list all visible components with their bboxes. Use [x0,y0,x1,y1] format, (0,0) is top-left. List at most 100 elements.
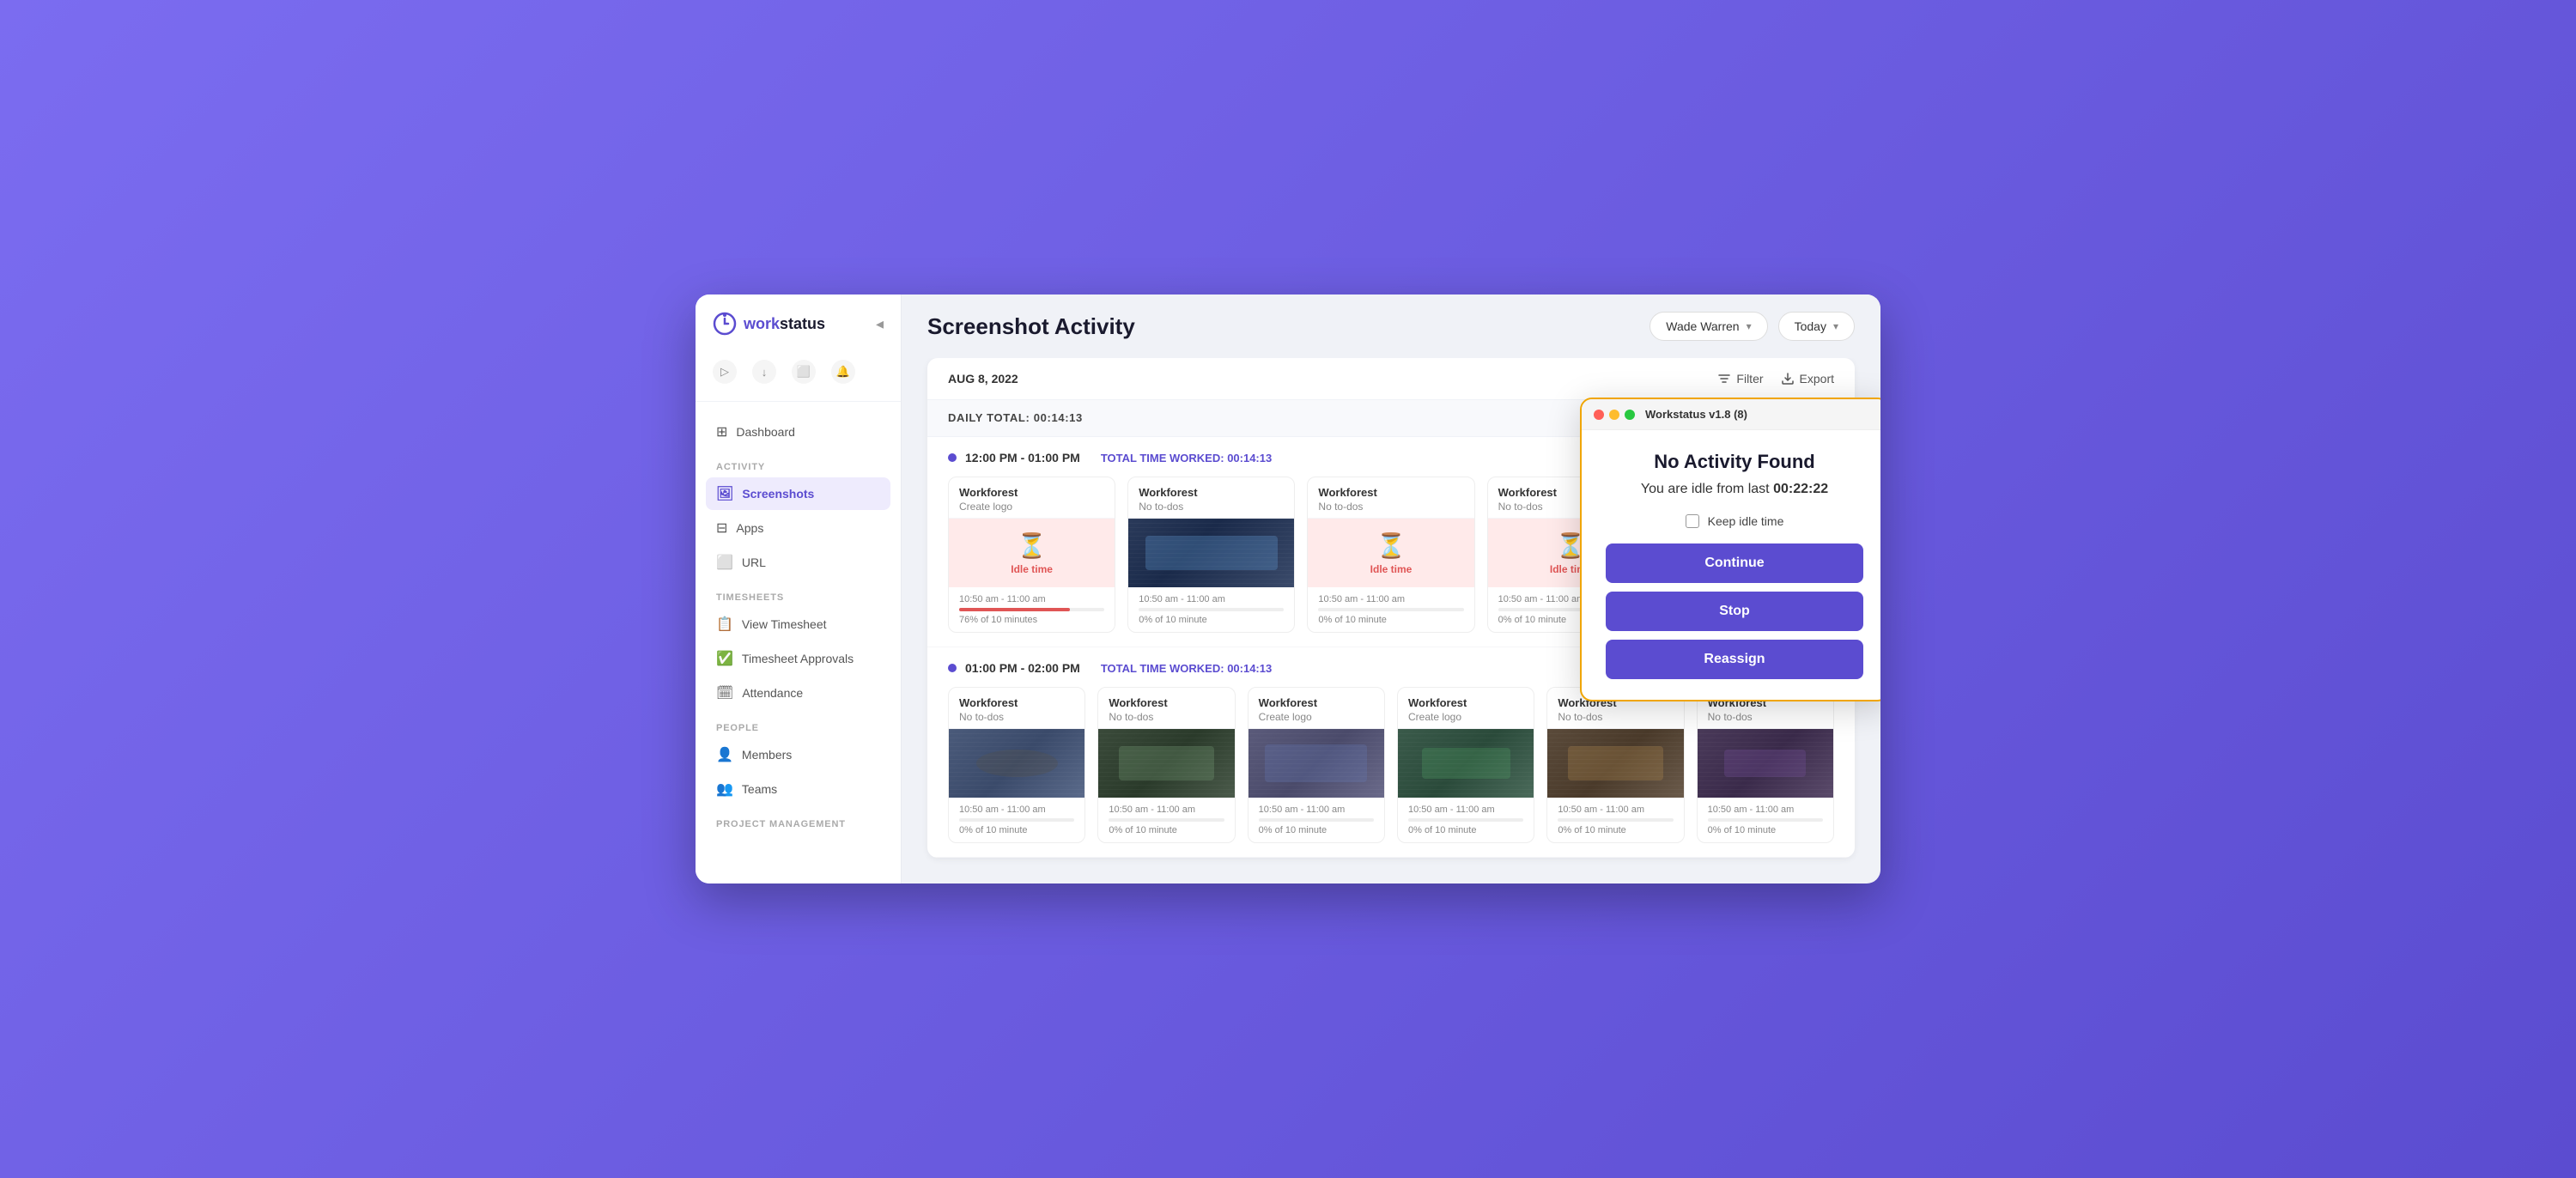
sidebar-item-screenshots[interactable]: 🖼 Screenshots [706,477,890,510]
time-text: 10:50 am - 11:00 am [959,805,1074,815]
view-timesheet-icon: 📋 [716,616,733,633]
screenshot-image[interactable] [1547,729,1683,798]
keep-idle-row: Keep idle time [1606,514,1863,528]
sidebar-item-label: Apps [736,521,763,535]
page-title: Screenshot Activity [927,313,1135,340]
task-name: No to-dos [1139,501,1284,513]
percent-text: 0% of 10 minute [1558,825,1673,835]
export-button[interactable]: Export [1781,372,1834,386]
screenshot-image[interactable] [1398,729,1534,798]
maximize-window-button[interactable] [1625,410,1635,420]
section-label-people: PEOPLE [706,711,890,738]
traffic-lights [1594,410,1635,420]
screenshot-image[interactable] [1249,729,1384,798]
sidebar-quick-icons: ▷ ↓ ⬜ 🔔 [696,353,901,402]
sidebar-item-view-timesheet[interactable]: 📋 View Timesheet [706,608,890,641]
user-selector-label: Wade Warren [1666,319,1739,333]
sidebar: workstatus ◂ ▷ ↓ ⬜ 🔔 ⊞ Dashboard ACTIVIT… [696,294,902,884]
percent-text: 0% of 10 minute [1259,825,1374,835]
sidebar-item-timesheet-approvals[interactable]: ✅ Timesheet Approvals [706,642,890,675]
keep-idle-checkbox[interactable] [1686,514,1699,528]
sidebar-item-dashboard[interactable]: ⊞ Dashboard [706,416,890,448]
screenshot-image[interactable] [1098,729,1234,798]
attendance-icon: 🗓 [716,684,733,701]
sidebar-item-attendance[interactable]: 🗓 Attendance [706,677,890,709]
time-block-dot [948,453,957,462]
teams-icon: 👥 [716,780,733,798]
chevron-down-icon: ▾ [1833,320,1838,332]
idle-popup-overlay: Workstatus v1.8 (8) No Activity Found Yo… [1580,398,1880,701]
sidebar-item-members[interactable]: 👤 Members [706,738,890,771]
percent-text: 0% of 10 minute [1139,615,1284,625]
sidebar-item-label: Teams [742,782,777,796]
sidebar-item-teams[interactable]: 👥 Teams [706,773,890,805]
hourglass-icon: ⏳ [1017,531,1047,560]
chevron-down-icon: ▾ [1747,320,1752,332]
percent-text: 76% of 10 minutes [959,615,1104,625]
sidebar-item-label: Timesheet Approvals [742,652,854,665]
user-selector[interactable]: Wade Warren ▾ [1649,312,1767,341]
screenshot-image[interactable] [1698,729,1833,798]
filter-button[interactable]: Filter [1717,372,1763,386]
task-name: No to-dos [1109,711,1224,723]
time-text: 10:50 am - 11:00 am [1558,805,1673,815]
sidebar-item-label: View Timesheet [742,617,827,631]
screenshot-card: Workforest No to-dos 10:50 am - 11:00 am [1097,687,1235,843]
screenshot-card: Workforest Create logo ⏳ Idle time 10:50… [948,477,1115,633]
date-selector-label: Today [1795,319,1826,333]
bell-icon-btn[interactable]: 🔔 [831,360,855,384]
app-name: Workforest [959,696,1074,709]
task-name: Create logo [1259,711,1374,723]
popup-titlebar: Workstatus v1.8 (8) [1582,399,1880,430]
close-window-button[interactable] [1594,410,1604,420]
screenshot-card: Workforest No to-dos ⏳ Idle time 10:50 a… [1307,477,1474,633]
screenshot-card: Workforest No to-dos 10:50 am - 11:00 am [1546,687,1684,843]
time-range-1: 12:00 PM - 01:00 PM [965,451,1080,465]
app-name: Workforest [1109,696,1224,709]
sidebar-logo: workstatus ◂ [696,312,901,353]
popup-title: Workstatus v1.8 (8) [1645,408,1747,421]
screenshot-card: Workforest Create logo 10:50 am - 11:00 … [1397,687,1534,843]
sidebar-item-label: Dashboard [736,425,795,439]
screenshot-image[interactable] [949,729,1084,798]
logo-icon [713,312,737,336]
card-date: AUG 8, 2022 [948,372,1018,386]
minimize-window-button[interactable] [1609,410,1619,420]
filter-icon [1717,372,1731,386]
date-selector[interactable]: Today ▾ [1778,312,1855,341]
collapse-sidebar-button[interactable]: ◂ [876,315,884,333]
sidebar-nav: ⊞ Dashboard ACTIVITY 🖼 Screenshots ⊟ App… [696,402,901,866]
percent-text: 0% of 10 minute [1408,825,1523,835]
sidebar-item-url[interactable]: ⬜ URL [706,546,890,579]
percent-text: 0% of 10 minute [1109,825,1224,835]
time-text: 10:50 am - 11:00 am [1139,594,1284,604]
task-name: No to-dos [1708,711,1823,723]
task-name: Create logo [959,501,1104,513]
app-name: Workforest [1318,486,1463,499]
download-icon-btn[interactable]: ↓ [752,360,776,384]
app-name: Workforest [1259,696,1374,709]
screenshot-image[interactable] [1128,519,1294,587]
time-range-2: 01:00 PM - 02:00 PM [965,661,1080,675]
app-name: Workforest [1408,696,1523,709]
section-label-activity: ACTIVITY [706,450,890,477]
task-name: No to-dos [959,711,1074,723]
percent-text: 0% of 10 minute [1708,825,1823,835]
monitor-icon-btn[interactable]: ⬜ [792,360,816,384]
sidebar-item-apps[interactable]: ⊟ Apps [706,512,890,544]
screenshots-grid-2: Workforest No to-dos 10:50 am - 11:00 am [948,687,1834,843]
popup-body: No Activity Found You are idle from last… [1582,430,1880,700]
reassign-button[interactable]: Reassign [1606,640,1863,679]
time-text: 10:50 am - 11:00 am [1408,805,1523,815]
sidebar-item-label: Screenshots [742,487,814,501]
section-label-timesheets: TIMESHEETS [706,580,890,608]
time-text: 10:50 am - 11:00 am [1259,805,1374,815]
dashboard-icon: ⊞ [716,423,727,440]
time-text: 10:50 am - 11:00 am [1109,805,1224,815]
members-icon: 👤 [716,746,733,763]
time-text: 10:50 am - 11:00 am [1708,805,1823,815]
screenshot-card: Workforest No to-dos 10:50 am - 11:00 am [948,687,1085,843]
stop-button[interactable]: Stop [1606,592,1863,631]
play-icon-btn[interactable]: ▷ [713,360,737,384]
continue-button[interactable]: Continue [1606,543,1863,583]
